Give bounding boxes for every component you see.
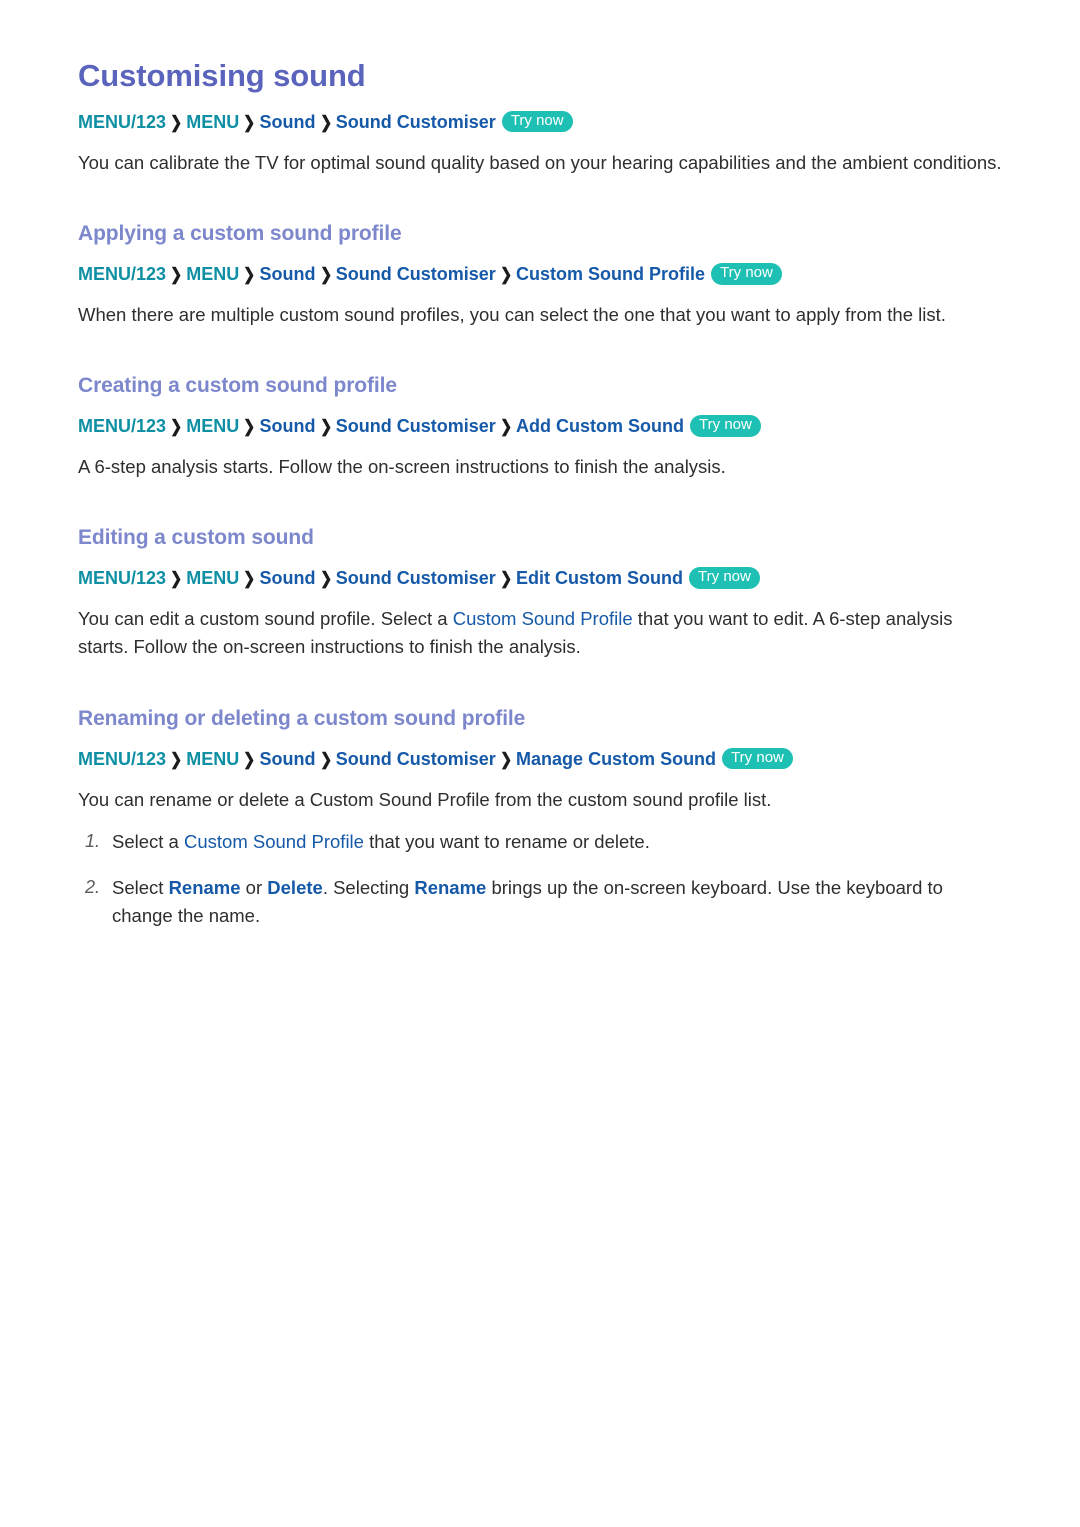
chevron-right-icon: ❯ xyxy=(499,264,512,284)
chevron-right-icon: ❯ xyxy=(243,112,256,132)
list-item-text: Select Rename or Delete. Selecting Renam… xyxy=(112,874,1002,930)
section-heading: Creating a custom sound profile xyxy=(78,373,397,397)
section-editing: Editing a custom sound MENU/123 ❯ MENU ❯ Sou… xyxy=(78,525,1002,661)
list-item-number: 2. xyxy=(84,876,100,897)
menu-path-segment: Sound xyxy=(259,263,316,284)
text-run: Select xyxy=(112,876,169,898)
chevron-right-icon: ❯ xyxy=(319,569,332,589)
try-now-badge[interactable]: Try now xyxy=(689,567,760,590)
ordered-steps: 1. Select a Custom Sound Profile that you… xyxy=(78,828,1002,930)
try-now-badge[interactable]: Try now xyxy=(690,415,761,437)
chevron-right-icon: ❯ xyxy=(170,749,183,769)
try-now-badge[interactable]: Try now xyxy=(722,747,793,770)
menu-path-segment: MENU/123 xyxy=(78,568,167,589)
section-paragraph: You can edit a custom sound profile. Sel… xyxy=(78,605,1002,661)
intro-paragraph: You can calibrate the TV for optimal sou… xyxy=(78,151,1002,173)
menu-path-segment: Sound Customiser xyxy=(335,416,496,437)
menu-path-segment: MENU xyxy=(186,568,240,589)
menu-path-segment: Manage Custom Sound xyxy=(516,748,717,769)
chevron-right-icon: ❯ xyxy=(243,264,256,284)
try-now-badge[interactable]: Try now xyxy=(711,262,782,285)
list-item: 1. Select a Custom Sound Profile that you… xyxy=(78,828,1002,856)
menu-path: MENU/123 ❯ MENU ❯ Sound ❯ Sound Customiser ❯ Edi… xyxy=(78,566,1002,591)
menu-path-segment: Sound xyxy=(259,748,316,769)
chevron-right-icon: ❯ xyxy=(170,417,183,437)
section-heading: Applying a custom sound profile xyxy=(78,221,402,245)
try-now-badge[interactable]: Try now xyxy=(501,110,573,133)
menu-path-segment: Sound xyxy=(259,111,316,132)
chevron-right-icon: ❯ xyxy=(319,417,332,437)
text-run: that you want to rename or delete. xyxy=(363,830,650,852)
text-run: You can edit a custom sound profile. Sel… xyxy=(78,608,453,630)
menu-path-segment: Custom Sound Profile xyxy=(516,263,706,284)
ui-term: Delete xyxy=(267,876,323,898)
section-applying: Applying a custom sound profile MENU/123… xyxy=(78,221,1002,329)
chevron-right-icon: ❯ xyxy=(170,569,183,589)
section-heading: Editing a custom sound xyxy=(78,526,314,550)
chevron-right-icon: ❯ xyxy=(243,569,256,589)
list-item: 2. Select Rename or Delete. Selecting Ren… xyxy=(78,874,1002,930)
chevron-right-icon: ❯ xyxy=(319,112,332,132)
section-creating: Creating a custom sound profile MENU/123… xyxy=(78,373,1002,481)
chevron-right-icon: ❯ xyxy=(499,749,512,769)
menu-path-intro: MENU/123 ❯ MENU ❯ Sound ❯ Sound Customiser Try… xyxy=(78,110,1002,135)
chevron-right-icon: ❯ xyxy=(319,264,332,284)
chevron-right-icon: ❯ xyxy=(170,112,183,132)
menu-path: MENU/123 ❯ MENU ❯ Sound ❯ Sound Customiser ❯ Cus… xyxy=(78,262,1002,287)
menu-path-segment: MENU xyxy=(186,111,240,132)
menu-path-segment: MENU/123 xyxy=(78,111,167,132)
menu-path-segment: MENU xyxy=(186,416,240,437)
menu-path-segment: Sound xyxy=(259,568,316,589)
chevron-right-icon: ❯ xyxy=(243,749,256,769)
section-heading: Renaming or deleting a custom sound prof… xyxy=(78,706,526,730)
menu-path: MENU/123 ❯ MENU ❯ Sound ❯ Sound Customiser ❯ Add… xyxy=(78,414,1002,439)
chevron-right-icon: ❯ xyxy=(243,417,256,437)
ui-term: Custom Sound Profile xyxy=(452,608,633,630)
menu-path: MENU/123 ❯ MENU ❯ Sound ❯ Sound Customiser ❯ Man… xyxy=(78,747,1002,772)
list-item-text: Select a Custom Sound Profile that you w… xyxy=(112,828,1002,856)
menu-path-segment: Sound Customiser xyxy=(335,111,496,132)
text-run: . Selecting xyxy=(322,876,415,898)
menu-path-segment: MENU/123 xyxy=(78,748,167,769)
text-run: or xyxy=(240,876,268,898)
list-item-number: 1. xyxy=(84,830,100,851)
section-paragraph: You can rename or delete a Custom Sound … xyxy=(78,788,772,810)
ui-term: Rename xyxy=(168,876,241,898)
chevron-right-icon: ❯ xyxy=(499,569,512,589)
section-paragraph: A 6-step analysis starts. Follow the on-… xyxy=(78,456,726,478)
page-title: Customising sound xyxy=(78,58,366,93)
menu-path-segment: MENU xyxy=(186,263,240,284)
menu-path-segment: Sound Customiser xyxy=(335,568,496,589)
chevron-right-icon: ❯ xyxy=(499,417,512,437)
document-page: Customising sound MENU/123 ❯ MENU ❯ Sound ❯ So… xyxy=(0,0,1080,930)
menu-path-segment: MENU/123 xyxy=(78,416,167,437)
text-run: Select a xyxy=(112,830,184,852)
menu-path-segment: Sound Customiser xyxy=(335,748,496,769)
section-paragraph: When there are multiple custom sound pro… xyxy=(78,303,946,325)
section-renaming: Renaming or deleting a custom sound prof… xyxy=(78,706,1002,931)
menu-path-segment: MENU xyxy=(186,748,240,769)
ui-term: Custom Sound Profile xyxy=(184,830,364,852)
menu-path-segment: Edit Custom Sound xyxy=(516,568,684,589)
menu-path-segment: MENU/123 xyxy=(78,263,167,284)
chevron-right-icon: ❯ xyxy=(319,749,332,769)
menu-path-segment: Sound Customiser xyxy=(335,263,496,284)
menu-path-segment: Sound xyxy=(259,416,316,437)
ui-term: Rename xyxy=(414,876,487,898)
chevron-right-icon: ❯ xyxy=(170,264,183,284)
menu-path-segment: Add Custom Sound xyxy=(516,416,685,437)
